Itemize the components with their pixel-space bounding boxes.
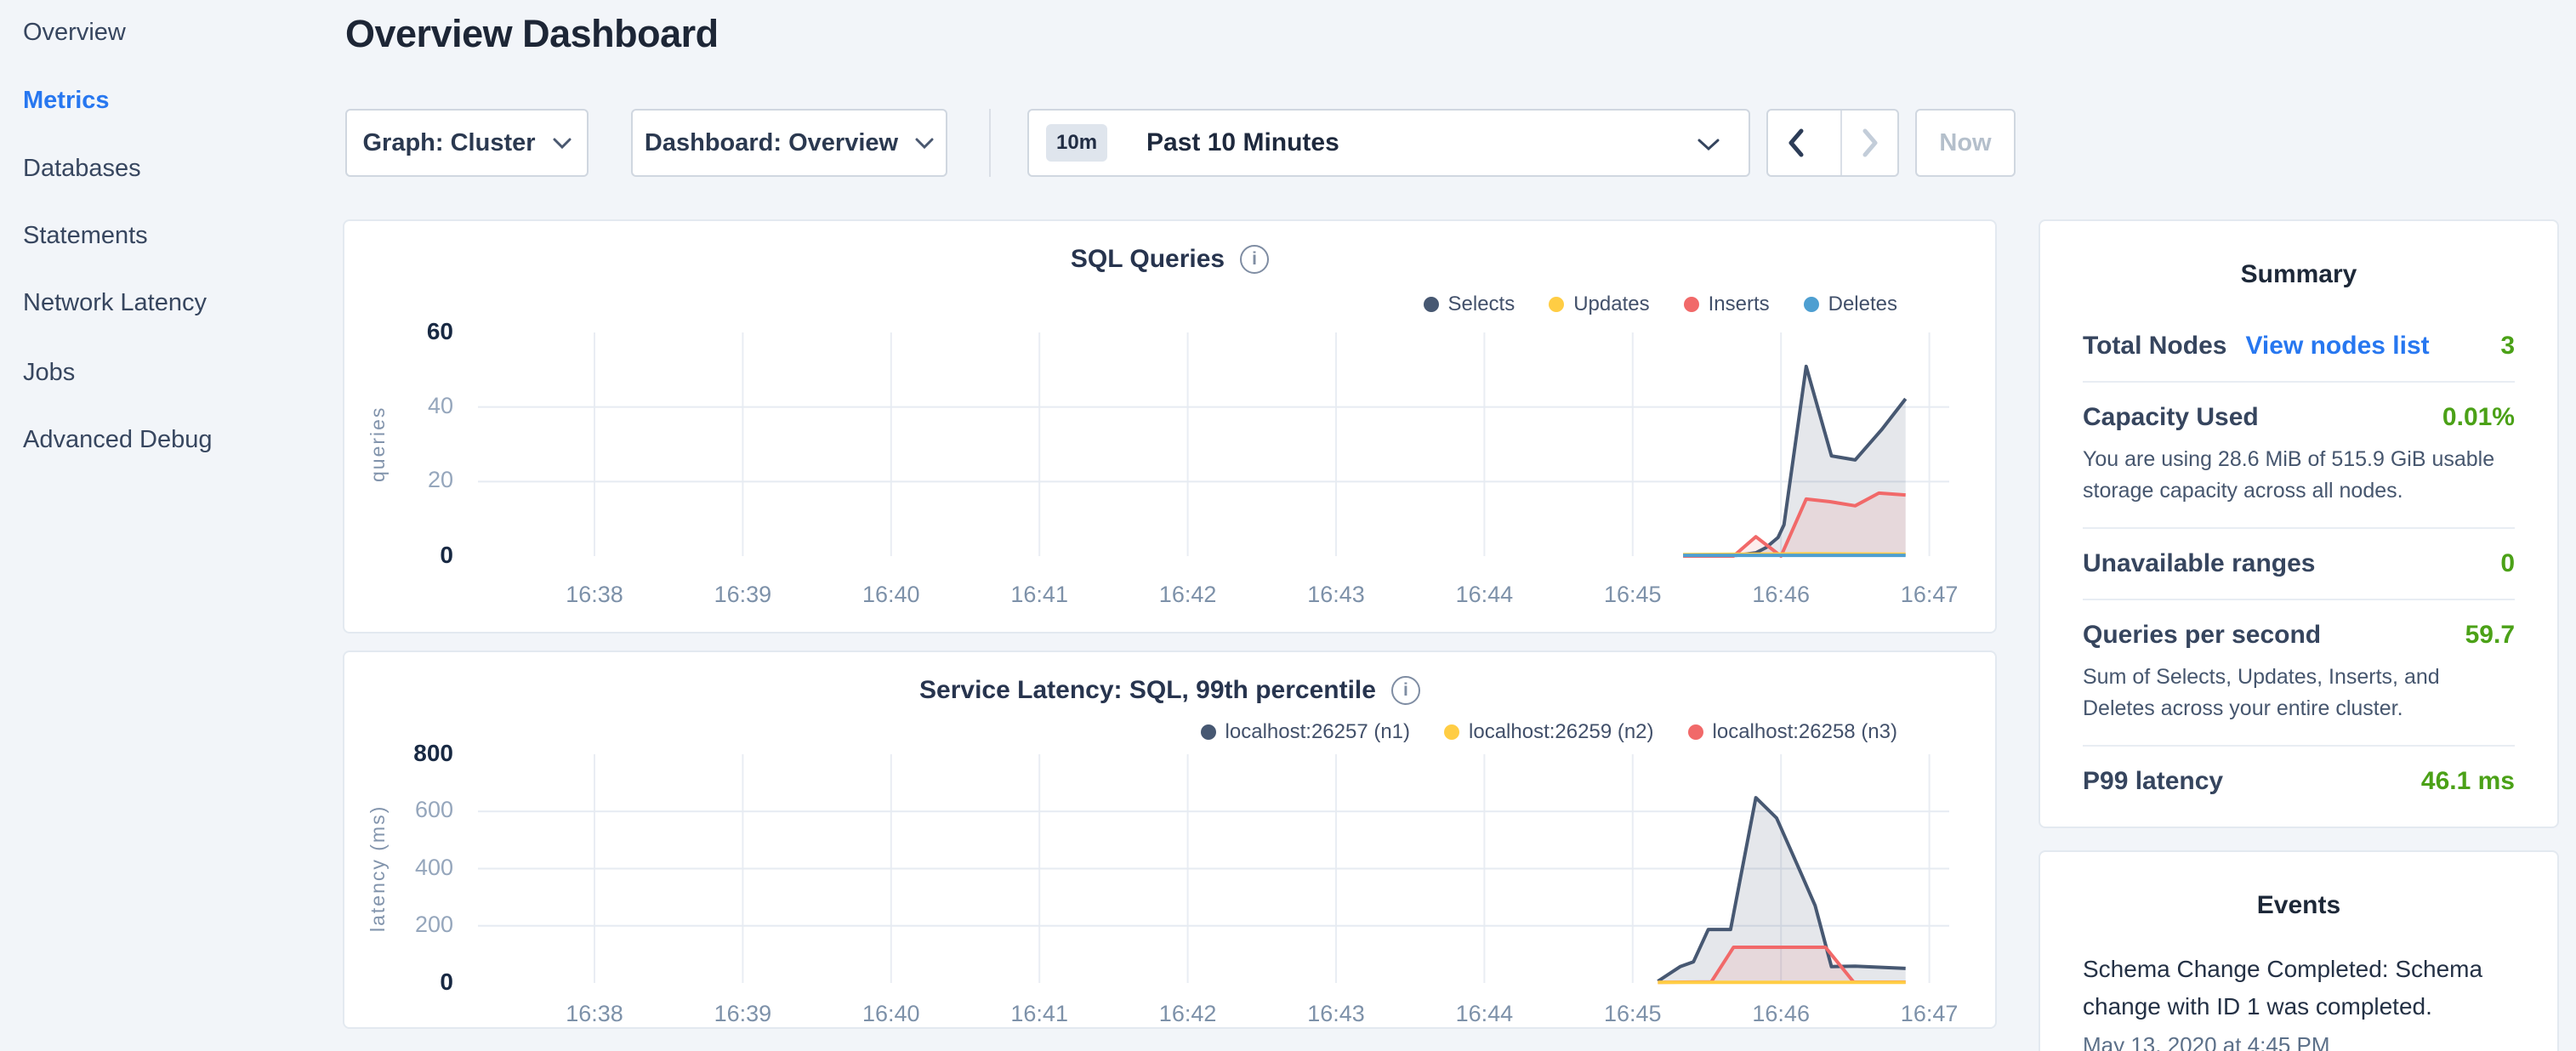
summary-row-queries-per-second: Queries per second 59.7 Sum of Selects, … <box>2083 600 2515 747</box>
summary-row-unavailable-ranges: Unavailable ranges 0 <box>2083 529 2515 600</box>
chevron-down-icon <box>1697 139 1720 151</box>
page-title: Overview Dashboard <box>345 12 719 56</box>
x-tick-label: 16:44 <box>1424 582 1544 608</box>
sidebar-item-jobs[interactable]: Jobs <box>23 359 75 387</box>
y-tick-label: 400 <box>351 855 453 881</box>
x-tick-label: 16:38 <box>535 582 654 608</box>
x-tick-label: 16:39 <box>683 582 802 608</box>
chart-plot <box>344 652 1999 1031</box>
dashboard-dropdown-label: Dashboard: Overview <box>645 129 898 157</box>
x-tick-label: 16:41 <box>980 1001 1099 1027</box>
y-tick-label: 600 <box>351 797 453 823</box>
sql-queries-chart-card: SQL Queries i SelectsUpdatesInsertsDelet… <box>343 219 1997 633</box>
x-tick-label: 16:41 <box>980 582 1099 608</box>
dashboard-dropdown[interactable]: Dashboard: Overview <box>631 109 947 177</box>
controls-divider <box>989 109 991 177</box>
now-button[interactable]: Now <box>1915 109 2016 177</box>
y-tick-label: 0 <box>351 969 453 996</box>
summary-row-total-nodes: Total Nodes View nodes list 3 <box>2083 311 2515 383</box>
summary-value: 59.7 <box>2465 621 2515 650</box>
x-tick-label: 16:47 <box>1870 582 1989 608</box>
x-tick-label: 16:40 <box>832 1001 951 1027</box>
view-nodes-list-link[interactable]: View nodes list <box>2245 332 2429 361</box>
x-tick-label: 16:43 <box>1277 1001 1396 1027</box>
x-tick-label: 16:47 <box>1870 1001 1989 1027</box>
service-latency-chart-card: Service Latency: SQL, 99th percentile i … <box>343 650 1997 1029</box>
summary-value: 0 <box>2500 549 2515 578</box>
summary-desc: You are using 28.6 MiB of 515.9 GiB usab… <box>2083 444 2515 507</box>
time-range-badge: 10m <box>1046 124 1107 162</box>
event-text[interactable]: Schema Change Completed: Schema change w… <box>2083 951 2515 1025</box>
graph-dropdown-label: Graph: Cluster <box>362 129 535 157</box>
chart-plot <box>344 221 1999 635</box>
summary-value: 3 <box>2500 332 2515 361</box>
chevron-down-icon <box>915 138 934 149</box>
x-tick-label: 16:46 <box>1721 582 1840 608</box>
sidebar-item-overview[interactable]: Overview <box>23 19 126 47</box>
x-tick-label: 16:46 <box>1721 1001 1840 1027</box>
y-tick-label: 40 <box>351 393 453 419</box>
summary-label: Unavailable ranges <box>2083 549 2315 578</box>
sidebar-item-advanced-debug[interactable]: Advanced Debug <box>23 426 213 454</box>
x-tick-label: 16:38 <box>535 1001 654 1027</box>
x-tick-label: 16:42 <box>1129 582 1248 608</box>
sidebar-item-network-latency[interactable]: Network Latency <box>23 289 207 317</box>
y-tick-label: 200 <box>351 912 453 938</box>
summary-panel: Summary Total Nodes View nodes list 3 Ca… <box>2039 219 2559 828</box>
y-tick-label: 60 <box>351 318 453 345</box>
page: Overview Metrics Databases Statements Ne… <box>0 0 2576 1051</box>
graph-dropdown[interactable]: Graph: Cluster <box>345 109 589 177</box>
events-title: Events <box>2083 891 2515 920</box>
summary-label: Total Nodes <box>2083 332 2226 361</box>
summary-row-capacity-used: Capacity Used 0.01% You are using 28.6 M… <box>2083 383 2515 529</box>
x-tick-label: 16:39 <box>683 1001 802 1027</box>
summary-desc: Sum of Selects, Updates, Inserts, and De… <box>2083 662 2515 724</box>
summary-value: 46.1 ms <box>2421 767 2515 796</box>
sidebar-item-statements[interactable]: Statements <box>23 222 148 250</box>
x-tick-label: 16:45 <box>1573 582 1692 608</box>
x-tick-label: 16:45 <box>1573 1001 1692 1027</box>
sidebar-item-databases[interactable]: Databases <box>23 155 141 183</box>
chevron-right-icon <box>1862 128 1879 157</box>
next-time-button[interactable] <box>1840 111 1897 175</box>
x-tick-label: 16:42 <box>1129 1001 1248 1027</box>
summary-label: Queries per second <box>2083 621 2321 650</box>
time-step-buttons <box>1766 109 1899 177</box>
y-tick-label: 800 <box>351 740 453 767</box>
x-tick-label: 16:44 <box>1424 1001 1544 1027</box>
sidebar-item-metrics[interactable]: Metrics <box>23 87 110 115</box>
time-range-picker[interactable]: 10m Past 10 Minutes <box>1027 109 1750 177</box>
x-tick-label: 16:43 <box>1277 582 1396 608</box>
chevron-down-icon <box>553 138 571 149</box>
y-tick-label: 20 <box>351 467 453 493</box>
summary-title: Summary <box>2083 260 2515 289</box>
chevron-left-icon <box>1788 128 1805 157</box>
x-tick-label: 16:40 <box>832 582 951 608</box>
summary-row-p99-latency: P99 latency 46.1 ms <box>2083 747 2515 816</box>
y-tick-label: 0 <box>351 542 453 569</box>
summary-label: P99 latency <box>2083 767 2223 796</box>
summary-value: 0.01% <box>2442 403 2515 432</box>
prev-time-button[interactable] <box>1768 111 1823 175</box>
events-panel: Events Schema Change Completed: Schema c… <box>2039 850 2559 1051</box>
summary-label: Capacity Used <box>2083 403 2259 432</box>
time-range-label: Past 10 Minutes <box>1146 128 1339 157</box>
event-timestamp: May 13, 2020 at 4:45 PM <box>2083 1032 2515 1051</box>
